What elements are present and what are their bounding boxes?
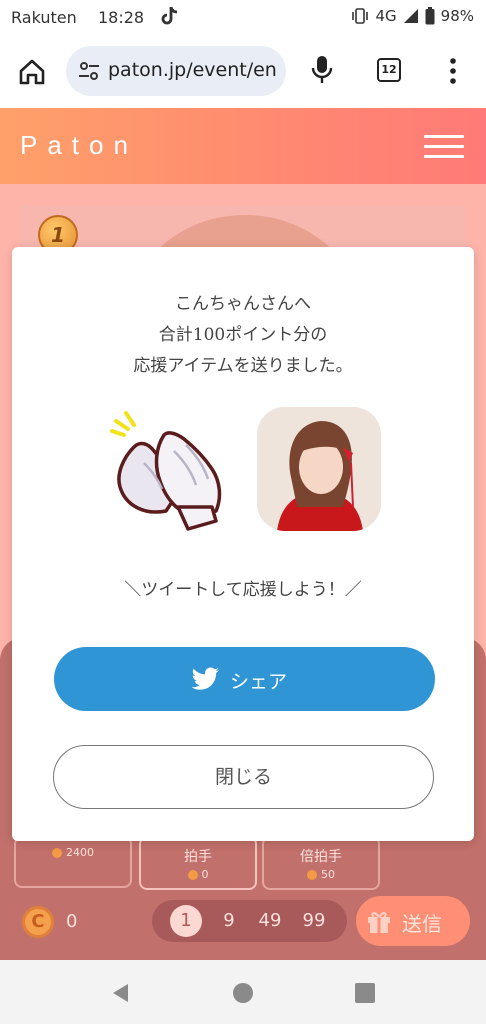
tweet-prompt: ＼ツイートして応援しよう！／ [124,580,362,600]
close-button[interactable]: 閉じる [53,745,434,809]
gift-sent-dialog: こんちゃんさんへ 合計100ポイント分の 応援アイテムを送りました。 ＼ツイート… [12,247,474,841]
clapping-hands-icon [110,411,222,531]
tabs-icon[interactable]: 12 [377,58,401,82]
coin-icon: C [22,906,54,938]
url-text: paton.jp/event/en [108,59,277,81]
status-bar: Rakuten 18:28 4G 98% [0,0,486,36]
share-button[interactable]: シェア [54,647,435,711]
battery-level: 98% [440,7,474,25]
coin-balance: 0 [66,911,78,932]
site-logo[interactable]: Paton [20,130,138,161]
quantity-option-49[interactable]: 49 [253,900,287,942]
performer-photo [257,407,381,531]
site-header: Paton [0,108,486,184]
message-line: こんちゃんさんへ [175,294,311,314]
message-line: 合計100ポイント分の [158,325,328,345]
item-card[interactable]: 2400 [14,836,132,888]
more-menu-icon[interactable] [446,56,460,86]
browser-toolbar: paton.jp/event/en 12 [0,36,486,108]
item-card-double-clap[interactable]: 倍拍手 50 [262,836,380,890]
send-button[interactable]: 送信 [356,896,470,946]
item-cost: 0 [201,868,209,881]
recent-apps-icon[interactable] [355,983,375,1003]
quantity-selector: 1 9 49 99 [152,900,347,942]
coin-icon [187,870,198,880]
back-icon[interactable] [110,982,132,1004]
coin-icon [307,870,317,880]
send-label: 送信 [402,912,442,936]
clock: 18:28 [98,8,145,27]
address-bar[interactable]: paton.jp/event/en [66,46,286,96]
item-name: 拍手 [184,849,212,865]
coin-icon [52,848,62,858]
carrier-name: Rakuten [11,8,77,27]
network-type: 4G [375,7,397,25]
vibrate-icon [352,8,369,24]
twitter-icon [192,667,219,690]
home-icon[interactable] [16,56,48,88]
share-label: シェア [230,671,288,693]
battery-icon [425,7,435,25]
item-card-clap[interactable]: 拍手 0 [139,836,257,890]
hamburger-menu-icon[interactable] [424,135,464,159]
site-settings-icon[interactable] [78,62,100,80]
tiktok-icon [161,6,178,25]
item-cost: 2400 [66,846,94,859]
quantity-option-1[interactable]: 1 [170,905,202,937]
system-navigation-bar [0,960,486,1024]
item-cost: 50 [321,868,335,881]
quantity-option-9[interactable]: 9 [212,900,246,942]
gift-icon [368,912,390,933]
item-name: 倍拍手 [300,849,342,865]
dialog-message: こんちゃんさんへ 合計100ポイント分の 応援アイテムを送りました。 [12,289,474,382]
home-button-icon[interactable] [233,983,253,1003]
mic-icon[interactable] [309,54,335,86]
message-line: 応援アイテムを送りました。 [133,356,353,376]
performer-avatar [257,407,381,531]
signal-icon [403,9,418,23]
quantity-option-99[interactable]: 99 [297,900,331,942]
